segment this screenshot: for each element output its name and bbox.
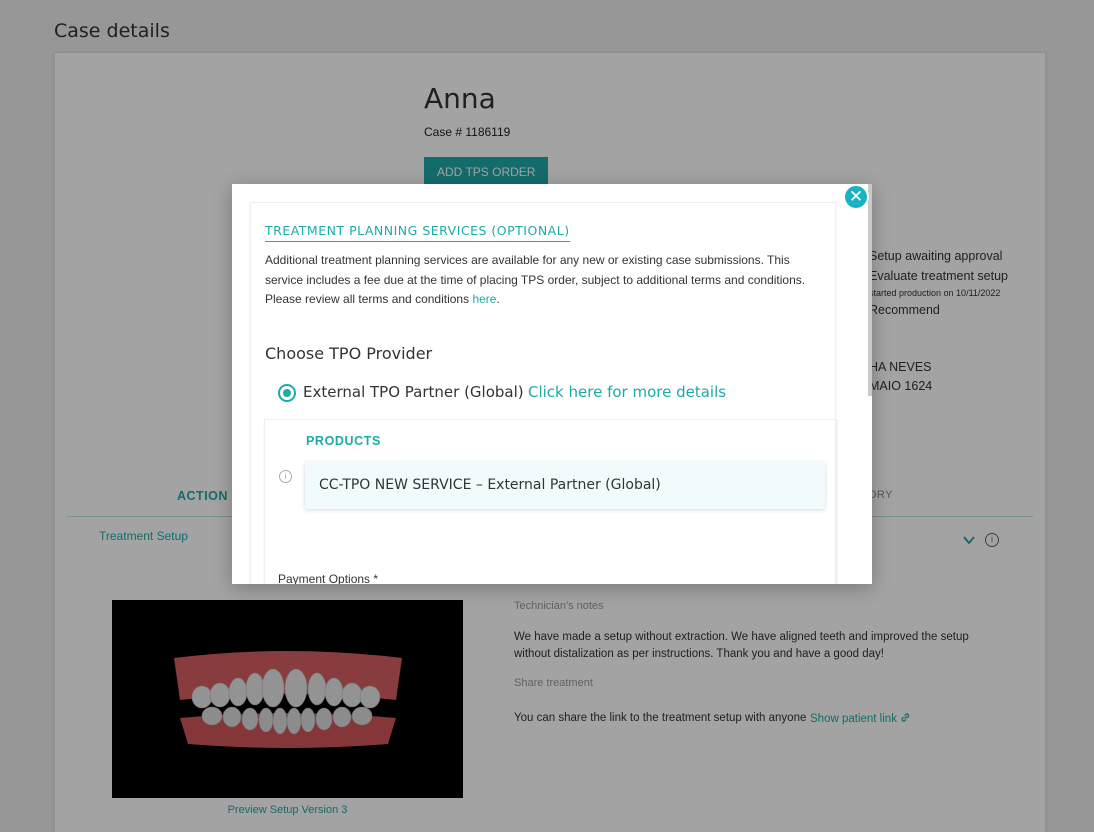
provider-option-label[interactable]: External TPO Partner (Global) (303, 383, 524, 401)
tps-description-end: . (496, 292, 500, 306)
tps-heading: TREATMENT PLANNING SERVICES (OPTIONAL) (265, 223, 570, 242)
choose-provider-title: Choose TPO Provider (265, 344, 433, 363)
modal-scrollbar[interactable] (868, 184, 872, 396)
products-panel: PRODUCTS i CC-TPO NEW SERVICE – External… (264, 419, 837, 584)
close-icon[interactable]: ✕ (843, 184, 869, 210)
more-details-link[interactable]: Click here for more details (528, 383, 726, 401)
tps-description-text: Additional treatment planning services a… (265, 253, 806, 306)
tps-panel: TREATMENT PLANNING SERVICES (OPTIONAL) A… (250, 202, 837, 584)
tps-modal: TREATMENT PLANNING SERVICES (OPTIONAL) A… (232, 184, 872, 584)
tps-description: Additional treatment planning services a… (265, 251, 831, 310)
terms-link[interactable]: here (472, 292, 496, 306)
payment-options-label: Payment Options * (278, 572, 379, 584)
products-label: PRODUCTS (306, 434, 381, 448)
product-option[interactable]: CC-TPO NEW SERVICE – External Partner (G… (305, 462, 825, 509)
info-icon[interactable]: i (279, 470, 292, 483)
modal-scroll-area[interactable]: TREATMENT PLANNING SERVICES (OPTIONAL) A… (232, 184, 872, 584)
product-option-label: CC-TPO NEW SERVICE – External Partner (G… (319, 477, 661, 493)
provider-radio[interactable] (278, 384, 296, 402)
